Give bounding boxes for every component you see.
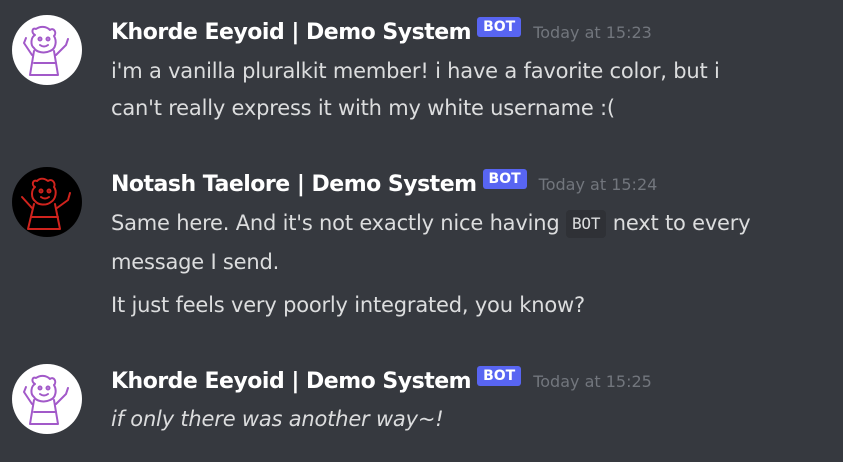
- message-timestamp[interactable]: Today at 15:24: [539, 175, 658, 194]
- doodle-avatar-icon: [23, 25, 69, 76]
- message-text: i'm a vanilla pluralkit member! i have a…: [111, 59, 720, 83]
- message-text: can't really express it with my white us…: [111, 96, 615, 120]
- message-header: Notash Taelore | Demo System BOT Today at …: [111, 169, 657, 199]
- message-text-segment: next to every: [612, 211, 751, 235]
- author-name[interactable]: Khorde Eeyoid | Demo System: [111, 20, 472, 45]
- message-text: message I send.: [111, 250, 280, 274]
- bot-badge: BOT: [477, 17, 522, 37]
- message-timestamp[interactable]: Today at 15:23: [533, 23, 652, 42]
- message-timestamp[interactable]: Today at 15:25: [533, 372, 652, 391]
- message-text: Same here. And it's not exactly nice hav…: [111, 209, 751, 238]
- message-text: if only there was another way~!: [111, 407, 444, 431]
- avatar[interactable]: [12, 167, 82, 237]
- author-name[interactable]: Khorde Eeyoid | Demo System: [111, 369, 472, 394]
- avatar[interactable]: [12, 364, 82, 434]
- inline-code: BOT: [565, 210, 607, 238]
- message-header: Khorde Eeyoid | Demo System BOT Today at 1…: [111, 17, 652, 47]
- bot-badge: BOT: [477, 366, 522, 386]
- doodle-avatar-icon: [21, 177, 71, 230]
- doodle-avatar-icon: [23, 374, 69, 425]
- message-text: It just feels very poorly integrated, yo…: [111, 293, 585, 317]
- message-text-segment: Same here. And it's not exactly nice hav…: [111, 211, 560, 235]
- message-header: Khorde Eeyoid | Demo System BOT Today at 1…: [111, 366, 652, 396]
- bot-badge: BOT: [482, 169, 527, 189]
- author-name[interactable]: Notash Taelore | Demo System: [111, 172, 477, 197]
- avatar[interactable]: [12, 15, 82, 85]
